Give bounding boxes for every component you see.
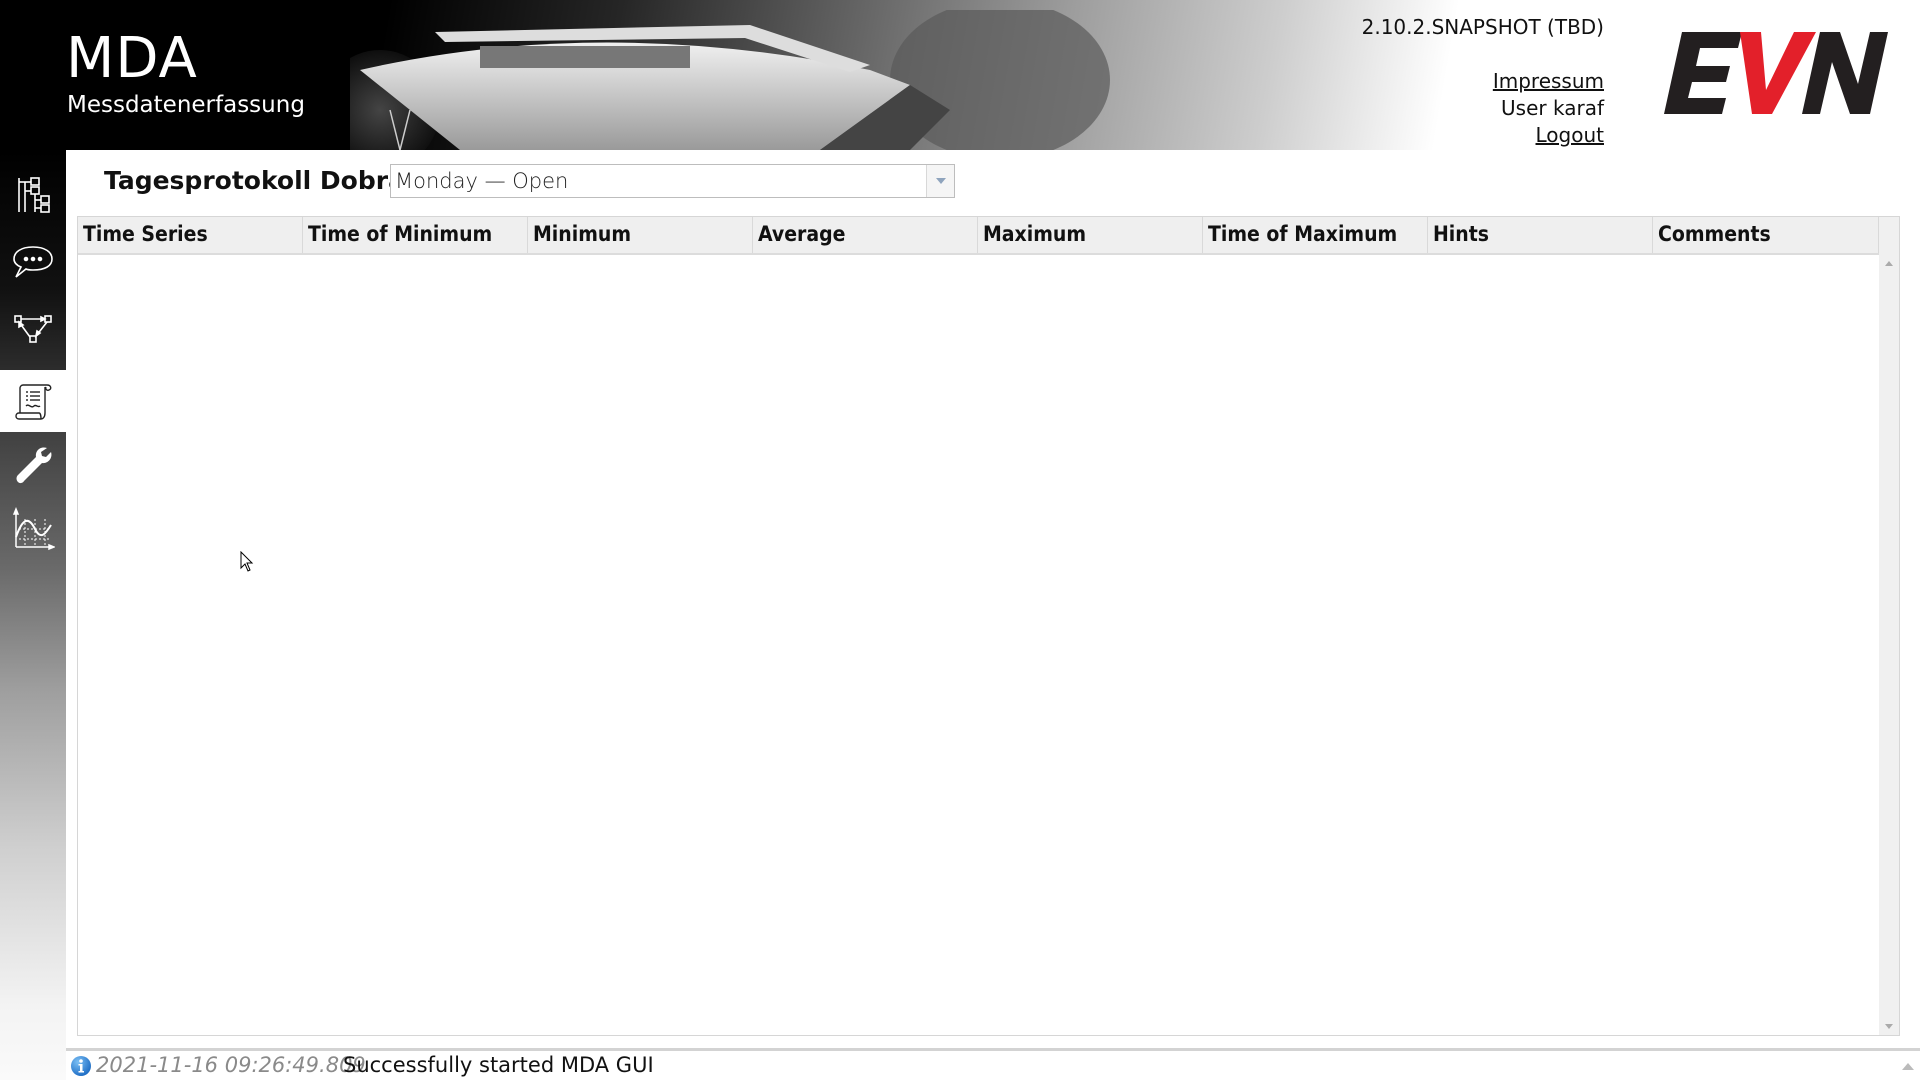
column-header-time-of-maximum[interactable]: Time of Maximum [1203,217,1428,253]
app-title: MDA [66,26,198,91]
page-title: Tagesprotokoll Dobra [104,166,405,195]
column-header-minimum[interactable]: Minimum [528,217,753,253]
mouse-cursor-icon [240,551,254,572]
wrench-icon [16,447,52,484]
column-header-average[interactable]: Average [753,217,978,253]
graph-network-icon [14,315,52,343]
impressum-link[interactable]: Impressum [1362,68,1604,95]
app-header: MDA Messdatenerfassung 2.10.2.SNAPSHOT (… [0,0,1920,150]
dam-banner-image [350,10,1110,150]
status-bar: 2021-11-16 09:26:49.809 Successfully sta… [66,1048,1920,1080]
sidebar-item-messages[interactable] [0,230,66,292]
scroll-document-icon [15,384,52,420]
info-icon [71,1056,91,1076]
version-label: 2.10.2.SNAPSHOT (TBD) [1361,15,1604,39]
day-status-select-value: Monday — Open [395,169,569,193]
column-header-time-of-minimum[interactable]: Time of Minimum [303,217,528,253]
status-message: Successfully started MDA GUI [343,1053,654,1077]
column-header-maximum[interactable]: Maximum [978,217,1203,253]
column-header-time-series[interactable]: Time Series [78,217,303,253]
sidebar [0,150,66,1080]
user-label: User karaf [1501,96,1604,120]
line-chart-icon [12,507,55,551]
scroll-down-arrow-icon[interactable] [1885,1024,1893,1029]
header-user-menu: 2.10.2.SNAPSHOT (TBD) Impressum User kar… [1362,14,1604,149]
sidebar-item-daily-protocol[interactable] [0,370,66,432]
table-vertical-scrollbar[interactable] [1879,217,1899,1035]
logout-link[interactable]: Logout [1362,122,1604,149]
sidebar-item-charts[interactable] [0,498,66,560]
status-timestamp: 2021-11-16 09:26:49.809 [96,1053,366,1077]
sidebar-item-workflow[interactable] [0,297,66,359]
hierarchy-tree-icon [18,177,50,213]
table-header-row: Time Series Time of Minimum Minimum Aver… [78,217,1879,255]
dropdown-toggle-button[interactable] [926,165,954,197]
sidebar-item-settings[interactable] [0,433,66,495]
speech-bubble-icon [13,246,53,278]
scroll-up-arrow-icon[interactable] [1885,261,1893,266]
expand-log-icon[interactable] [1902,1063,1914,1070]
evn-logo [1664,32,1888,114]
daily-protocol-panel: Tagesprotokoll Dobra Monday — Open Time … [66,150,1920,1048]
column-header-comments[interactable]: Comments [1653,217,1879,253]
app-subtitle: Messdatenerfassung [67,92,305,118]
sidebar-item-hierarchy[interactable] [0,163,66,225]
chevron-down-icon [935,178,946,184]
protocol-table: Time Series Time of Minimum Minimum Aver… [77,216,1900,1036]
column-header-hints[interactable]: Hints [1428,217,1653,253]
day-status-select[interactable]: Monday — Open [390,164,955,198]
